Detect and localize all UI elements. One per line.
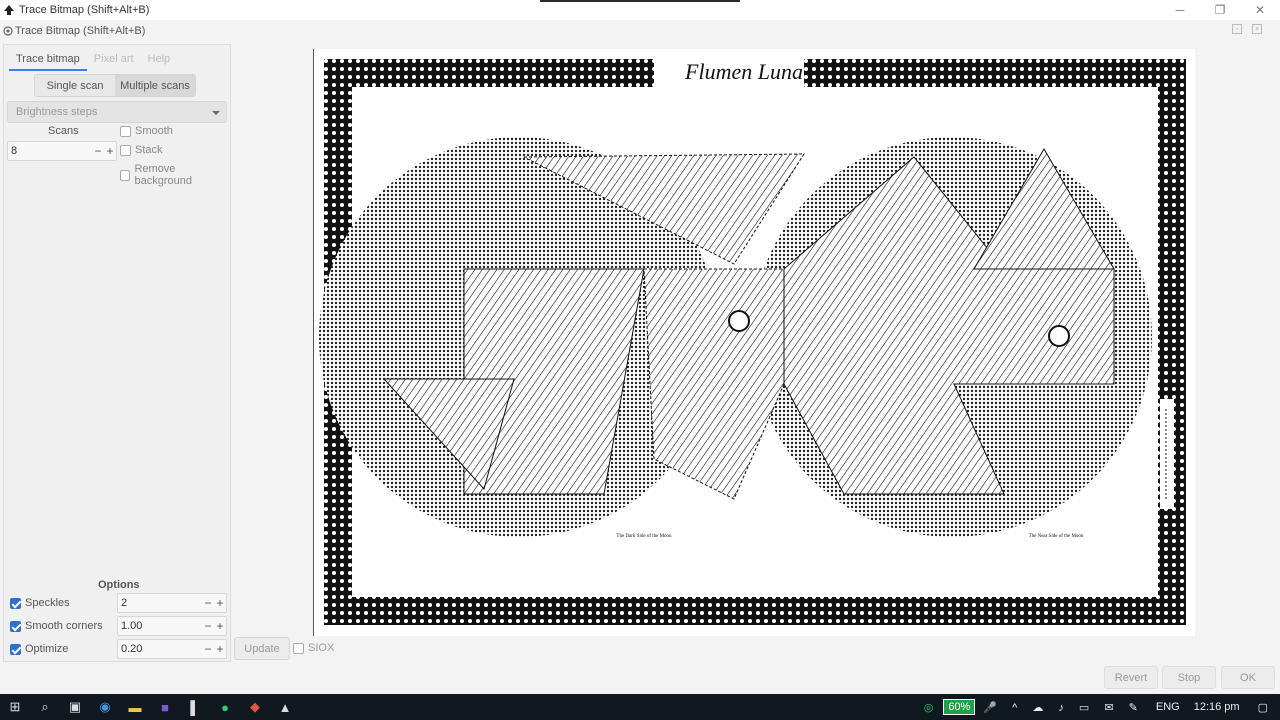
detection-mode-value: Brightness steps xyxy=(16,106,98,118)
decrement-button[interactable]: − xyxy=(202,596,214,610)
smooth-option[interactable]: Smooth xyxy=(120,125,173,137)
activity-icon[interactable]: ◎ xyxy=(924,701,934,714)
preview-heading: Flumen Luna xyxy=(684,59,803,84)
whatsapp-icon[interactable]: ● xyxy=(210,694,240,720)
side-notes xyxy=(1160,399,1174,509)
decrement-button[interactable]: − xyxy=(92,144,104,158)
app-icon[interactable]: ■ xyxy=(150,694,180,720)
tab-bar: Trace bitmap Pixel art Help xyxy=(9,49,177,71)
caption-left: The Dark Side of the Moon xyxy=(616,534,672,539)
single-scan-button[interactable]: Single scan xyxy=(35,75,115,96)
multiple-scans-button[interactable]: Multiple scans xyxy=(115,75,195,96)
siox-option[interactable]: SIOX xyxy=(293,642,334,654)
trace-settings-panel: Trace bitmap Pixel art Help Single scan … xyxy=(3,44,231,662)
maximize-button[interactable]: ❐ xyxy=(1200,0,1240,20)
optimize-option[interactable]: Optimize xyxy=(10,643,68,655)
update-button[interactable]: Update xyxy=(234,637,290,660)
inkscape-icon xyxy=(4,5,14,15)
caption-right: The Near Side of the Moon xyxy=(1029,534,1084,539)
siox-label: SIOX xyxy=(308,642,335,654)
speckles-label: Speckles xyxy=(25,597,70,609)
trace-bitmap-icon xyxy=(3,26,13,36)
system-tray: ◎ 60% 🎤 ^ ☁ ♪ ▭ ✉ ✎ ENG 12:16 pm ▢ xyxy=(924,694,1280,720)
document-icon[interactable]: ▌ xyxy=(180,694,210,720)
file-explorer-icon[interactable]: ▬ xyxy=(120,694,150,720)
inkscape-icon[interactable]: ▲ xyxy=(270,694,300,720)
window-title: Trace Bitmap (Shift+Alt+B) xyxy=(19,4,150,16)
tab-trace-bitmap[interactable]: Trace bitmap xyxy=(9,49,87,71)
title-accent xyxy=(540,0,740,2)
speckles-stepper[interactable]: 2 − + xyxy=(117,593,227,613)
scans-value[interactable]: 8 xyxy=(8,145,92,157)
optimize-value[interactable]: 0.20 xyxy=(118,643,202,655)
smooth-label: Smooth xyxy=(135,125,173,137)
speckles-option[interactable]: Speckles xyxy=(10,597,70,609)
app-icon[interactable]: ◆ xyxy=(240,694,270,720)
dialog-close-button[interactable]: × xyxy=(1252,24,1262,34)
optimize-stepper[interactable]: 0.20 − + xyxy=(117,639,227,659)
smooth-corners-checkbox[interactable] xyxy=(10,620,21,632)
start-icon[interactable]: ⊞ xyxy=(0,694,30,720)
revert-button[interactable]: Revert xyxy=(1104,666,1158,689)
tray-icons[interactable]: 🎤 ^ ☁ ♪ ▭ ✉ ✎ xyxy=(983,701,1144,714)
detection-mode-select[interactable]: Brightness steps xyxy=(7,101,227,123)
window-titlebar: Trace Bitmap (Shift+Alt+B) ─ ❐ ✕ xyxy=(0,0,1280,20)
optimize-checkbox[interactable] xyxy=(10,643,21,655)
smooth-checkbox[interactable] xyxy=(120,125,131,137)
siox-checkbox[interactable] xyxy=(293,642,304,654)
scans-label: Scans xyxy=(48,125,79,137)
decrement-button[interactable]: − xyxy=(202,642,214,656)
minimize-button[interactable]: ─ xyxy=(1160,0,1200,20)
language-indicator[interactable]: ENG xyxy=(1156,701,1180,713)
smooth-corners-label: Smooth corners xyxy=(25,620,103,632)
tab-help[interactable]: Help xyxy=(141,49,178,71)
smooth-corners-stepper[interactable]: 1.00 − + xyxy=(117,616,227,636)
remove-background-label: Remove background xyxy=(134,163,192,187)
stack-checkbox[interactable] xyxy=(120,144,131,156)
increment-button[interactable]: + xyxy=(214,642,226,656)
stack-label: Stack xyxy=(135,144,163,156)
scans-stepper[interactable]: 8 − + xyxy=(7,141,117,161)
scan-mode-toggle: Single scan Multiple scans xyxy=(34,74,196,97)
smooth-corners-option[interactable]: Smooth corners xyxy=(10,620,103,632)
stop-button[interactable]: Stop xyxy=(1162,666,1216,689)
increment-button[interactable]: + xyxy=(214,619,226,633)
optimize-label: Optimize xyxy=(25,643,69,655)
chevron-down-icon xyxy=(212,111,220,115)
preview-image: Flumen Luna The Dark Side of the Moon Th… xyxy=(319,59,1186,625)
task-view-icon[interactable]: ▣ xyxy=(60,694,90,720)
close-button[interactable]: ✕ xyxy=(1240,0,1280,20)
ok-button[interactable]: OK xyxy=(1221,666,1275,689)
taskbar: ⊞ ⌕ ▣ ◉ ▬ ■ ▌ ● ◆ ▲ ◎ 60% 🎤 ^ ☁ ♪ ▭ ✉ ✎ … xyxy=(0,694,1280,720)
search-icon[interactable]: ⌕ xyxy=(30,694,60,720)
speckles-value[interactable]: 2 xyxy=(118,597,202,609)
remove-background-option[interactable]: Remove background xyxy=(120,163,230,187)
decrement-button[interactable]: − xyxy=(202,619,214,633)
stack-option[interactable]: Stack xyxy=(120,144,163,156)
dialog-float-button[interactable]: ▫ xyxy=(1232,24,1242,34)
speckles-checkbox[interactable] xyxy=(10,597,21,609)
trace-preview: Flumen Luna The Dark Side of the Moon Th… xyxy=(313,49,1195,636)
clock[interactable]: 12:16 pm xyxy=(1194,701,1240,713)
options-heading: Options xyxy=(98,579,140,591)
battery-indicator: 60% xyxy=(943,699,976,715)
notifications-icon[interactable]: ▢ xyxy=(1258,701,1268,714)
increment-button[interactable]: + xyxy=(214,596,226,610)
remove-background-checkbox[interactable] xyxy=(120,169,131,181)
increment-button[interactable]: + xyxy=(104,144,116,158)
dialog-header: Trace Bitmap (Shift+Alt+B) ▫ × xyxy=(0,20,1280,42)
dialog-title: Trace Bitmap (Shift+Alt+B) xyxy=(15,25,146,37)
edge-icon[interactable]: ◉ xyxy=(90,694,120,720)
smooth-corners-value[interactable]: 1.00 xyxy=(118,620,202,632)
tab-pixel-art[interactable]: Pixel art xyxy=(87,49,141,71)
